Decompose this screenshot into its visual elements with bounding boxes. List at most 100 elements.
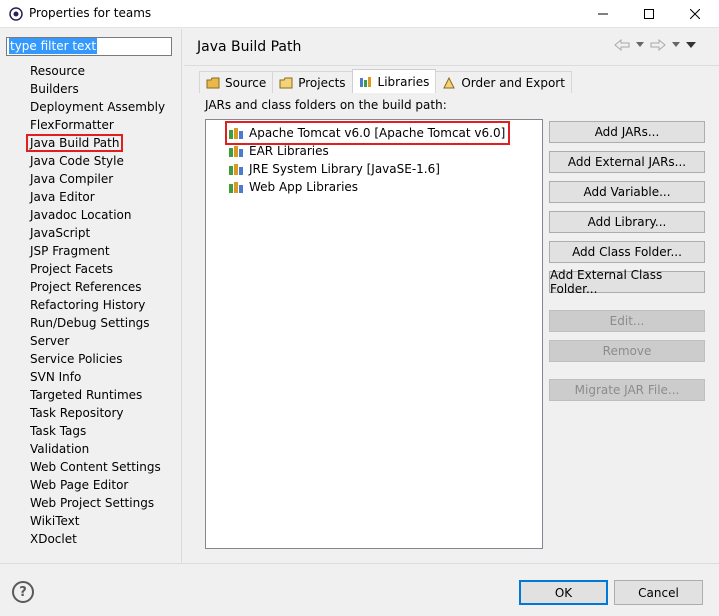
category-pane: type filter text Resource Builders Deploym… (0, 29, 182, 563)
category-item[interactable]: Java Compiler (30, 170, 165, 188)
back-arrow-icon[interactable] (614, 39, 630, 51)
category-item[interactable]: Deployment Assembly (30, 98, 165, 116)
window-title: Properties for teams (29, 6, 152, 20)
migrate-jar-button[interactable]: Migrate JAR File... (549, 379, 705, 401)
category-item[interactable]: Project References (30, 278, 165, 296)
tab-label: Libraries (377, 74, 430, 89)
category-item[interactable]: Java Editor (30, 188, 165, 206)
add-library-button[interactable]: Add Library... (549, 211, 705, 233)
category-item-label: Server (30, 334, 70, 348)
category-item[interactable]: JSP Fragment (30, 242, 165, 260)
library-item[interactable]: JRE System Library [JavaSE-1.6] (228, 160, 440, 178)
tab-order-export[interactable]: Order and Export (435, 71, 572, 93)
category-item[interactable]: FlexFormatter (30, 116, 165, 134)
ok-button[interactable]: OK (519, 580, 608, 605)
category-item-label: Validation (30, 442, 90, 456)
libraries-tab-content: JARs and class folders on the build path… (199, 93, 714, 559)
category-item[interactable]: XDoclet (30, 530, 165, 548)
category-item[interactable]: WikiText (30, 512, 165, 530)
category-item[interactable]: Targeted Runtimes (30, 386, 165, 404)
category-item[interactable]: Builders (30, 80, 165, 98)
libraries-label: JARs and class folders on the build path… (205, 98, 447, 112)
category-item[interactable]: Java Code Style (30, 152, 165, 170)
libraries-list[interactable]: Apache Tomcat v6.0 [Apache Tomcat v6.0] … (205, 119, 543, 549)
category-item[interactable]: Project Facets (30, 260, 165, 278)
category-item[interactable]: Web Page Editor (30, 476, 165, 494)
tab-label: Projects (298, 75, 346, 90)
library-icon (229, 146, 243, 157)
category-item-label: Java Build Path (25, 134, 124, 152)
category-item-label: Project References (30, 280, 142, 294)
category-tree: Resource Builders Deployment Assembly FlexF… (25, 62, 165, 548)
category-item-label: Web Project Settings (30, 496, 155, 510)
category-item[interactable]: JavaScript (30, 224, 165, 242)
category-item[interactable]: Validation (30, 440, 165, 458)
category-item[interactable]: Server (30, 332, 165, 350)
library-icon (229, 182, 243, 193)
library-item[interactable]: Web App Libraries (228, 178, 358, 196)
category-item-label: Task Repository (30, 406, 124, 420)
minimize-button[interactable] (580, 0, 626, 28)
title-bar: Properties for teams (0, 0, 719, 28)
history-nav (614, 39, 696, 51)
category-item[interactable]: SVN Info (30, 368, 165, 386)
add-variable-button[interactable]: Add Variable... (549, 181, 705, 203)
category-item-label: Web Content Settings (30, 460, 161, 474)
category-item-label: Run/Debug Settings (30, 316, 150, 330)
add-class-folder-button[interactable]: Add Class Folder... (549, 241, 705, 263)
category-item-label: Resource (30, 64, 86, 78)
category-item-label: SVN Info (30, 370, 82, 384)
close-button[interactable] (672, 0, 718, 28)
library-item[interactable]: EAR Libraries (228, 142, 329, 160)
tab-label: Source (225, 75, 267, 90)
category-item-label: Java Compiler (30, 172, 114, 186)
category-item[interactable]: Web Content Settings (30, 458, 165, 476)
add-jars-button[interactable]: Add JARs... (549, 121, 705, 143)
library-item[interactable]: Apache Tomcat v6.0 [Apache Tomcat v6.0] (224, 121, 511, 145)
category-item[interactable]: Java Build Path (25, 134, 165, 152)
order-export-icon (443, 76, 456, 88)
view-menu-icon[interactable] (686, 41, 696, 49)
maximize-button[interactable] (626, 0, 672, 28)
category-item-label: Deployment Assembly (30, 100, 166, 114)
category-item-label: Javadoc Location (30, 208, 132, 222)
dialog-footer: ? OK Cancel (0, 563, 719, 616)
tab-source[interactable]: Source (199, 71, 274, 93)
projects-folder-icon (279, 77, 293, 88)
remove-button[interactable]: Remove (549, 340, 705, 362)
cancel-button[interactable]: Cancel (614, 580, 703, 605)
category-item[interactable]: Javadoc Location (30, 206, 165, 224)
chevron-down-icon[interactable] (636, 42, 644, 48)
category-item-label: FlexFormatter (30, 118, 114, 132)
category-item[interactable]: Refactoring History (30, 296, 165, 314)
filter-input[interactable]: type filter text (6, 37, 172, 56)
category-item[interactable]: Task Repository (30, 404, 165, 422)
edit-button[interactable]: Edit... (549, 310, 705, 332)
category-item-label: Java Code Style (30, 154, 124, 168)
category-item[interactable]: Web Project Settings (30, 494, 165, 512)
category-item[interactable]: Task Tags (30, 422, 165, 440)
library-icon (229, 128, 243, 139)
help-button[interactable]: ? (12, 581, 34, 603)
tab-projects[interactable]: Projects (272, 71, 353, 93)
divider (184, 65, 719, 66)
category-item-label: Web Page Editor (30, 478, 129, 492)
category-item[interactable]: Run/Debug Settings (30, 314, 165, 332)
filter-text[interactable]: type filter text (9, 38, 98, 54)
chevron-down-icon[interactable] (672, 42, 680, 48)
tab-strip: Source Projects Libraries Order and Expo… (199, 69, 572, 93)
library-icon (229, 164, 243, 175)
forward-arrow-icon[interactable] (650, 39, 666, 51)
category-item-label: Java Editor (30, 190, 95, 204)
add-external-class-folder-button[interactable]: Add External Class Folder... (549, 268, 705, 296)
tab-libraries[interactable]: Libraries (351, 69, 437, 93)
category-item[interactable]: Resource (30, 62, 165, 80)
category-item-label: JSP Fragment (30, 244, 110, 258)
category-item-label: Targeted Runtimes (30, 388, 143, 402)
close-icon (690, 9, 700, 19)
add-external-jars-button[interactable]: Add External JARs... (549, 151, 705, 173)
category-item[interactable]: Service Policies (30, 350, 165, 368)
category-item-label: Service Policies (30, 352, 123, 366)
page-pane: Java Build Path Source Projects Librarie… (184, 29, 719, 563)
page-title: Java Build Path (197, 39, 302, 55)
